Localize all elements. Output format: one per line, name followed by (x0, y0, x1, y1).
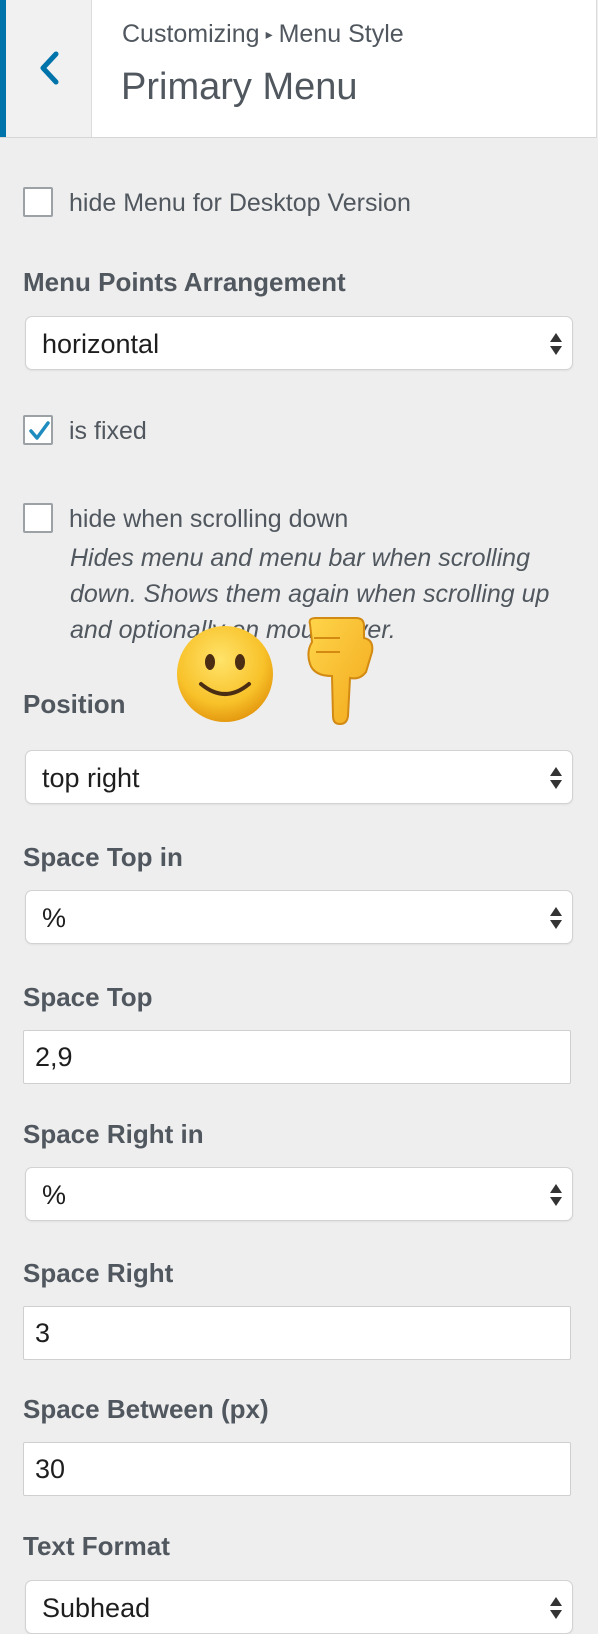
panel-header: Customizing ▸ Menu Style Primary Menu (0, 0, 597, 138)
space-right-field[interactable] (23, 1306, 571, 1360)
space-top-unit-value: % (42, 903, 67, 933)
position-select[interactable]: top right (25, 750, 573, 804)
space-right-unit-label: Space Right in (23, 1119, 204, 1149)
select-arrows-icon (550, 1597, 562, 1619)
chevron-left-icon (40, 51, 59, 85)
arrangement-label: Menu Points Arrangement (23, 267, 346, 297)
space-right-input[interactable] (24, 1307, 570, 1359)
select-arrows-icon (550, 333, 562, 355)
breadcrumb: Customizing ▸ Menu Style (122, 20, 404, 49)
select-arrows-icon (550, 1184, 562, 1206)
checkmark-icon (29, 421, 50, 440)
breadcrumb-section: Menu Style (278, 20, 404, 48)
hide-scroll-label: hide when scrolling down (69, 505, 349, 533)
text-format-label: Text Format (23, 1531, 170, 1561)
page-title: Primary Menu (121, 66, 358, 108)
space-between-label: Space Between (px) (23, 1394, 269, 1424)
select-arrows-icon (550, 907, 562, 929)
hide-desktop-checkbox[interactable] (23, 187, 53, 217)
position-label: Position (23, 689, 126, 719)
text-format-select[interactable]: Subhead (25, 1580, 573, 1634)
smiley-face-icon (177, 626, 273, 722)
is-fixed-checkbox[interactable] (23, 415, 53, 445)
hide-scroll-checkbox[interactable] (23, 503, 53, 533)
space-right-unit-select[interactable]: % (25, 1167, 573, 1221)
space-top-label: Space Top (23, 982, 153, 1012)
breadcrumb-separator: ▸ (265, 26, 273, 42)
is-fixed-label: is fixed (69, 417, 147, 445)
space-top-input[interactable] (24, 1031, 570, 1083)
space-between-field[interactable] (23, 1442, 571, 1496)
position-value: top right (42, 763, 140, 793)
space-top-field[interactable] (23, 1030, 571, 1084)
arrangement-select[interactable]: horizontal (25, 316, 573, 370)
arrangement-value: horizontal (42, 329, 160, 359)
back-button[interactable] (0, 0, 92, 137)
space-between-input[interactable] (24, 1443, 570, 1495)
hide-desktop-label: hide Menu for Desktop Version (69, 189, 411, 217)
space-right-label: Space Right (23, 1258, 174, 1288)
breadcrumb-parent: Customizing (122, 20, 260, 48)
space-right-unit-value: % (42, 1180, 67, 1210)
space-top-unit-label: Space Top in (23, 842, 183, 872)
select-arrows-icon (550, 767, 562, 789)
pointing-hand-icon (307, 617, 374, 726)
text-format-value: Subhead (42, 1593, 151, 1623)
space-top-unit-select[interactable]: % (25, 890, 573, 944)
